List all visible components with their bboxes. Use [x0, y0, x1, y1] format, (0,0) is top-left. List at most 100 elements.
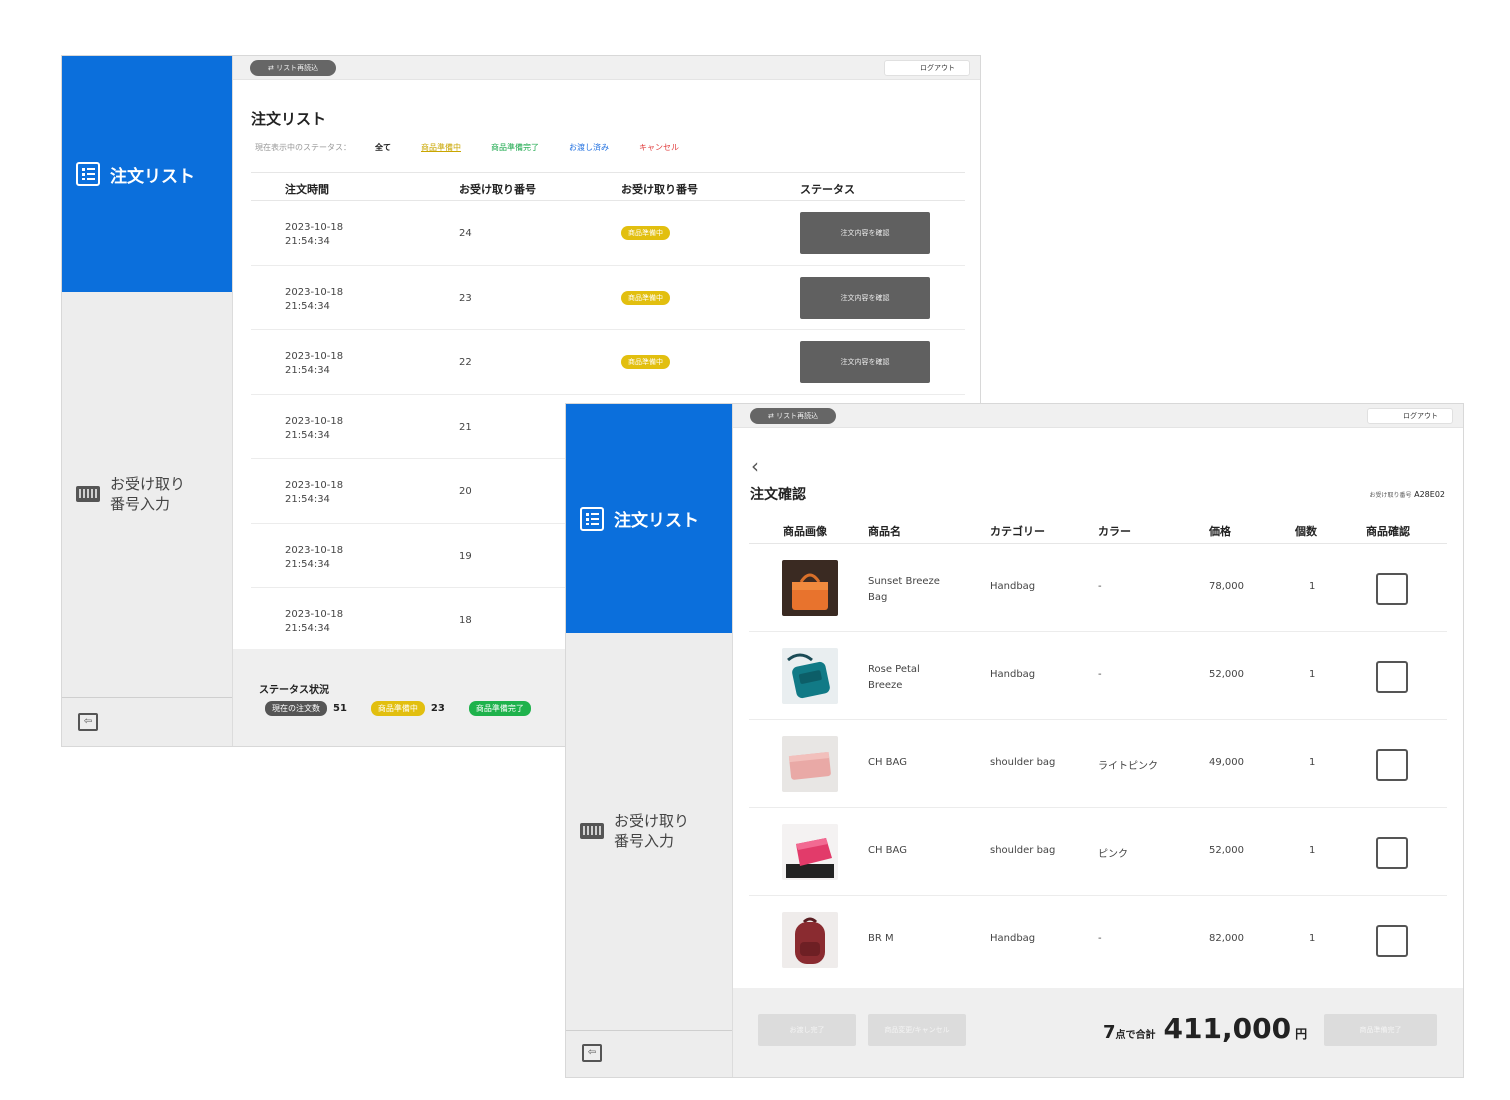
pickup-number-display: お受け取り番号 A28E02 — [1370, 490, 1445, 499]
order-time: 2023-10-18 21:54:34 — [285, 415, 344, 441]
page-title: 注文確認 — [750, 487, 806, 503]
status-filter-bar: 現在表示中のステータス： 全て 商品準備中 商品準備完了 お渡し済み キャンセル — [255, 142, 709, 153]
sidebar-item-label: 注文リスト — [614, 511, 699, 531]
total-amount: 411,000 — [1163, 1012, 1292, 1045]
product-image-burgundy-backpack — [782, 912, 838, 968]
column-header: 商品名 — [868, 525, 901, 538]
status-badge: 商品準備中 — [621, 355, 670, 369]
product-price: 52,000 — [1209, 669, 1244, 680]
top-bar: ⇄ リスト再読込 ログアウト — [733, 404, 1463, 428]
keyboard-icon — [580, 823, 604, 839]
product-check-checkbox[interactable] — [1376, 749, 1408, 781]
hand-over-complete-button[interactable]: お渡し完了 — [758, 1014, 856, 1046]
table-row: Rose Petal Breeze Handbag - 52,000 1 — [749, 632, 1447, 720]
product-check-checkbox[interactable] — [1376, 925, 1408, 957]
table-row[interactable]: 2023-10-18 21:54:34 22 商品準備中 注文内容を確認 — [251, 330, 965, 395]
filter-prepared[interactable]: 商品準備完了 — [491, 142, 539, 153]
table-row: Sunset Breeze Bag Handbag - 78,000 1 — [749, 544, 1447, 632]
prepared-badge: 商品準備完了 — [468, 701, 531, 716]
filter-label: 現在表示中のステータス： — [255, 143, 351, 152]
order-detail-screen: 注文リスト お受け取り 番号入力 ⇦ ⇄ リスト再読込 ログアウト ‹ 注文確認… — [566, 404, 1463, 1077]
main-content: ⇄ リスト再読込 ログアウト ‹ 注文確認 お受け取り番号 A28E02 商品画… — [733, 404, 1463, 1077]
filter-handed-over[interactable]: お渡し済み — [569, 142, 609, 153]
preparing-count: 23 — [430, 703, 445, 714]
column-header: 個数 — [1295, 525, 1317, 538]
sidebar-divider — [62, 697, 232, 698]
logout-icon[interactable]: ⇦ — [582, 1044, 602, 1062]
total-item-count-label: 点で合計 — [1115, 1030, 1156, 1041]
product-color: ピンク — [1098, 849, 1128, 860]
order-footer: お渡し完了 商品変更/キャンセル 7 点で合計 411,000 円 商品準備完了 — [733, 988, 1463, 1077]
sidebar-item-order-list[interactable]: 注文リスト — [566, 404, 732, 633]
logout-button[interactable]: ログアウト — [884, 60, 970, 76]
page-title: 注文リスト — [251, 110, 327, 128]
current-orders-badge: 現在の注文数 — [265, 701, 327, 716]
product-category: Handbag — [990, 669, 1036, 680]
filter-preparing[interactable]: 商品準備中 — [421, 142, 461, 153]
column-header: 商品画像 — [783, 525, 827, 538]
change-cancel-button[interactable]: 商品変更/キャンセル — [868, 1014, 966, 1046]
order-time: 2023-10-18 21:54:34 — [285, 286, 344, 312]
sidebar-item-pickup-input[interactable]: お受け取り 番号入力 — [580, 811, 689, 851]
product-check-checkbox[interactable] — [1376, 661, 1408, 693]
product-check-checkbox[interactable] — [1376, 573, 1408, 605]
order-items-table: 商品画像 商品名 カテゴリー カラー 価格 個数 商品確認 Sunset Bre… — [749, 516, 1447, 984]
product-image-teal-backpack — [782, 648, 838, 704]
sidebar-item-label: お受け取り 番号入力 — [110, 475, 186, 513]
pickup-number-value: A28E02 — [1414, 490, 1445, 499]
filter-cancel[interactable]: キャンセル — [639, 142, 679, 153]
filter-all[interactable]: 全て — [375, 142, 391, 153]
keyboard-icon — [76, 486, 100, 502]
sidebar: 注文リスト お受け取り 番号入力 ⇦ — [566, 404, 733, 1077]
status-summary-chips: 現在の注文数 51 商品準備中 23 商品準備完了 — [265, 701, 531, 716]
pickup-number-label: お受け取り番号 — [1369, 492, 1412, 499]
order-time: 2023-10-18 21:54:34 — [285, 222, 344, 247]
product-image-pink-shoulder-bag — [782, 824, 838, 880]
order-time: 2023-10-18 21:54:34 — [285, 609, 344, 634]
product-category: Handbag — [990, 933, 1036, 944]
prepared-complete-button[interactable]: 商品準備完了 — [1324, 1014, 1437, 1046]
logout-button[interactable]: ログアウト — [1367, 408, 1453, 424]
product-category: shoulder bag — [990, 757, 1056, 768]
product-color: - — [1098, 933, 1102, 944]
confirm-order-button[interactable]: 注文内容を確認 — [800, 341, 930, 383]
product-category: shoulder bag — [990, 845, 1056, 856]
sidebar-divider — [566, 1030, 732, 1031]
reload-list-button[interactable]: ⇄ リスト再読込 — [750, 408, 837, 424]
table-row[interactable]: 2023-10-18 21:54:34 24 商品準備中 注文内容を確認 — [251, 201, 965, 266]
currency-label: 円 — [1295, 1027, 1308, 1041]
table-row[interactable]: 2023-10-18 21:54:34 23 商品準備中 注文内容を確認 — [251, 266, 965, 330]
product-price: 82,000 — [1209, 933, 1244, 944]
sidebar-item-label: 注文リスト — [110, 166, 195, 187]
order-time: 2023-10-18 21:54:34 — [285, 544, 344, 570]
table-row: CH BAG shoulder bag ライトピンク 49,000 1 — [749, 720, 1447, 808]
sidebar: 注文リスト お受け取り 番号入力 ⇦ — [62, 56, 233, 746]
product-quantity: 1 — [1309, 933, 1316, 944]
product-name: BR M — [868, 933, 894, 944]
sidebar-item-pickup-input[interactable]: お受け取り 番号入力 — [76, 474, 185, 514]
logout-icon[interactable]: ⇦ — [78, 713, 98, 731]
pickup-number: 22 — [459, 357, 472, 368]
list-icon — [580, 506, 604, 531]
confirm-order-button[interactable]: 注文内容を確認 — [800, 276, 930, 319]
product-category: Handbag — [990, 581, 1036, 592]
product-check-checkbox[interactable] — [1376, 837, 1408, 869]
total-item-count: 7 — [1103, 1022, 1116, 1043]
product-color: - — [1098, 581, 1102, 592]
back-chevron-icon[interactable]: ‹ — [751, 454, 759, 478]
column-header: カラー — [1098, 525, 1131, 538]
product-price: 78,000 — [1209, 581, 1244, 592]
pickup-number: 20 — [459, 486, 472, 497]
confirm-order-button[interactable]: 注文内容を確認 — [800, 212, 930, 254]
column-header: カテゴリー — [990, 525, 1045, 538]
status-badge: 商品準備中 — [621, 290, 670, 305]
product-price: 52,000 — [1209, 845, 1244, 856]
reload-list-button[interactable]: ⇄ リスト再読込 — [250, 60, 337, 76]
column-header: 価格 — [1209, 525, 1231, 538]
column-header: お受け取り番号 — [459, 183, 536, 196]
pickup-number: 23 — [459, 292, 472, 304]
product-quantity: 1 — [1309, 757, 1316, 768]
current-orders-count: 51 — [333, 703, 347, 714]
pickup-number: 19 — [459, 550, 472, 562]
sidebar-item-order-list[interactable]: 注文リスト — [62, 56, 232, 292]
